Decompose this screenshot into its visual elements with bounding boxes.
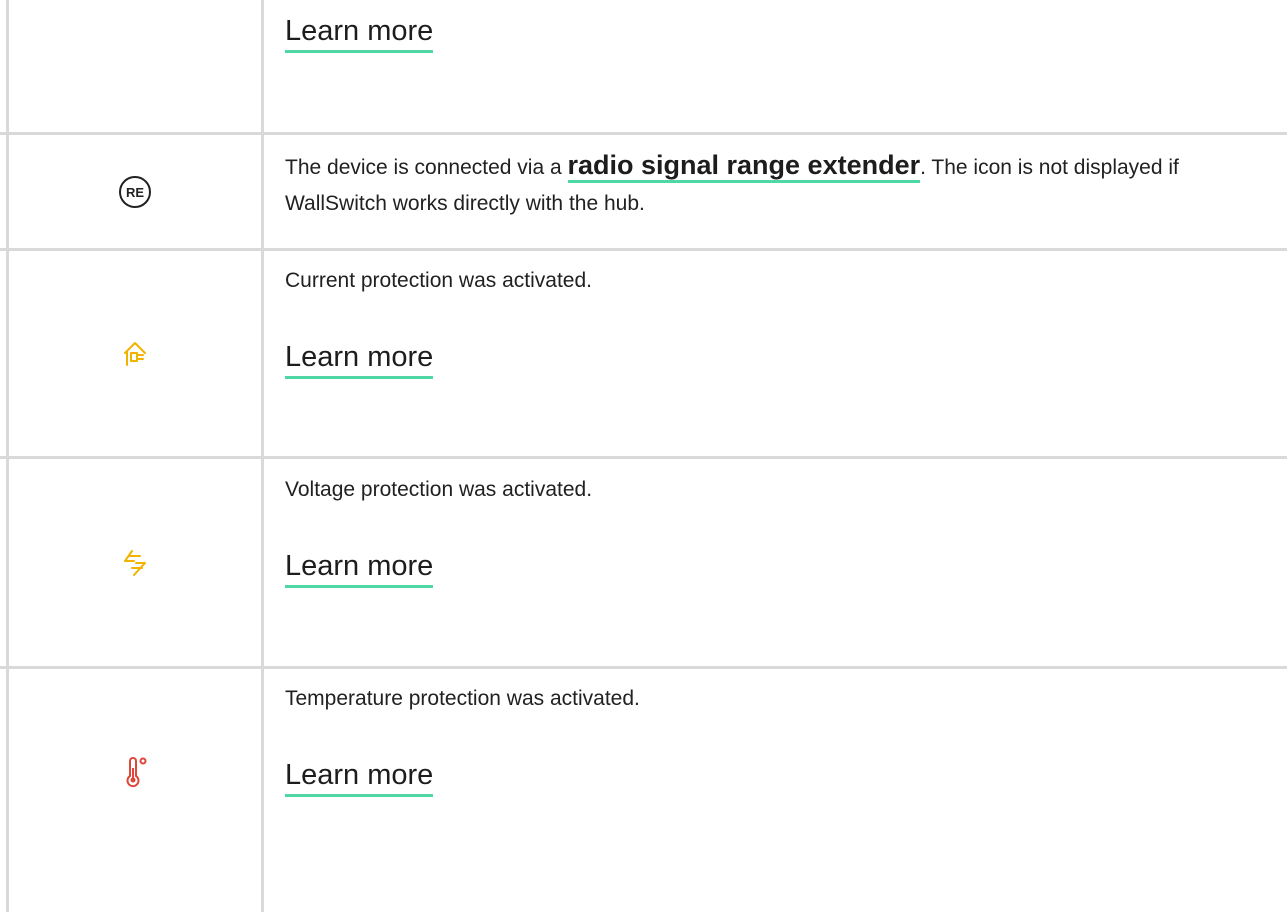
- table-row: Temperature protection was activated. Le…: [0, 669, 1287, 912]
- temperature-protection-icon: [121, 756, 149, 788]
- status-icons-table: Learn more RE The device is connected vi…: [0, 0, 1287, 912]
- text-cell: Voltage protection was activated. Learn …: [285, 472, 1265, 588]
- table-row: Learn more: [0, 0, 1287, 132]
- learn-more-link[interactable]: Learn more: [285, 548, 434, 588]
- text-cell: Current protection was activated. Learn …: [285, 263, 1265, 379]
- text-cell: Temperature protection was activated. Le…: [285, 681, 1265, 797]
- text-cell: Learn more: [285, 13, 1265, 53]
- learn-more-link[interactable]: Learn more: [285, 13, 434, 53]
- icon-cell: [9, 459, 261, 666]
- range-extender-link[interactable]: radio signal range extender: [567, 150, 921, 183]
- current-protection-description: Current protection was activated.: [285, 269, 592, 292]
- learn-more-link[interactable]: Learn more: [285, 339, 434, 379]
- icon-cell: RE: [9, 135, 261, 248]
- table-row: Current protection was activated. Learn …: [0, 251, 1287, 456]
- range-extender-icon: RE: [118, 175, 152, 209]
- learn-more-link[interactable]: Learn more: [285, 757, 434, 797]
- range-extender-icon-label: RE: [126, 185, 144, 200]
- table-row: RE The device is connected via a radio s…: [0, 135, 1287, 248]
- range-extender-description: The device is connected via a radio sign…: [285, 147, 1265, 222]
- text-cell: The device is connected via a radio sign…: [285, 147, 1265, 222]
- temperature-protection-description: Temperature protection was activated.: [285, 687, 640, 710]
- icon-cell: [9, 669, 261, 874]
- current-protection-icon: [121, 340, 149, 368]
- voltage-protection-icon: [120, 548, 150, 578]
- description-text: The device is connected via a: [285, 156, 568, 179]
- voltage-protection-description: Voltage protection was activated.: [285, 478, 593, 501]
- table-row: Voltage protection was activated. Learn …: [0, 459, 1287, 666]
- icon-cell: [9, 251, 261, 456]
